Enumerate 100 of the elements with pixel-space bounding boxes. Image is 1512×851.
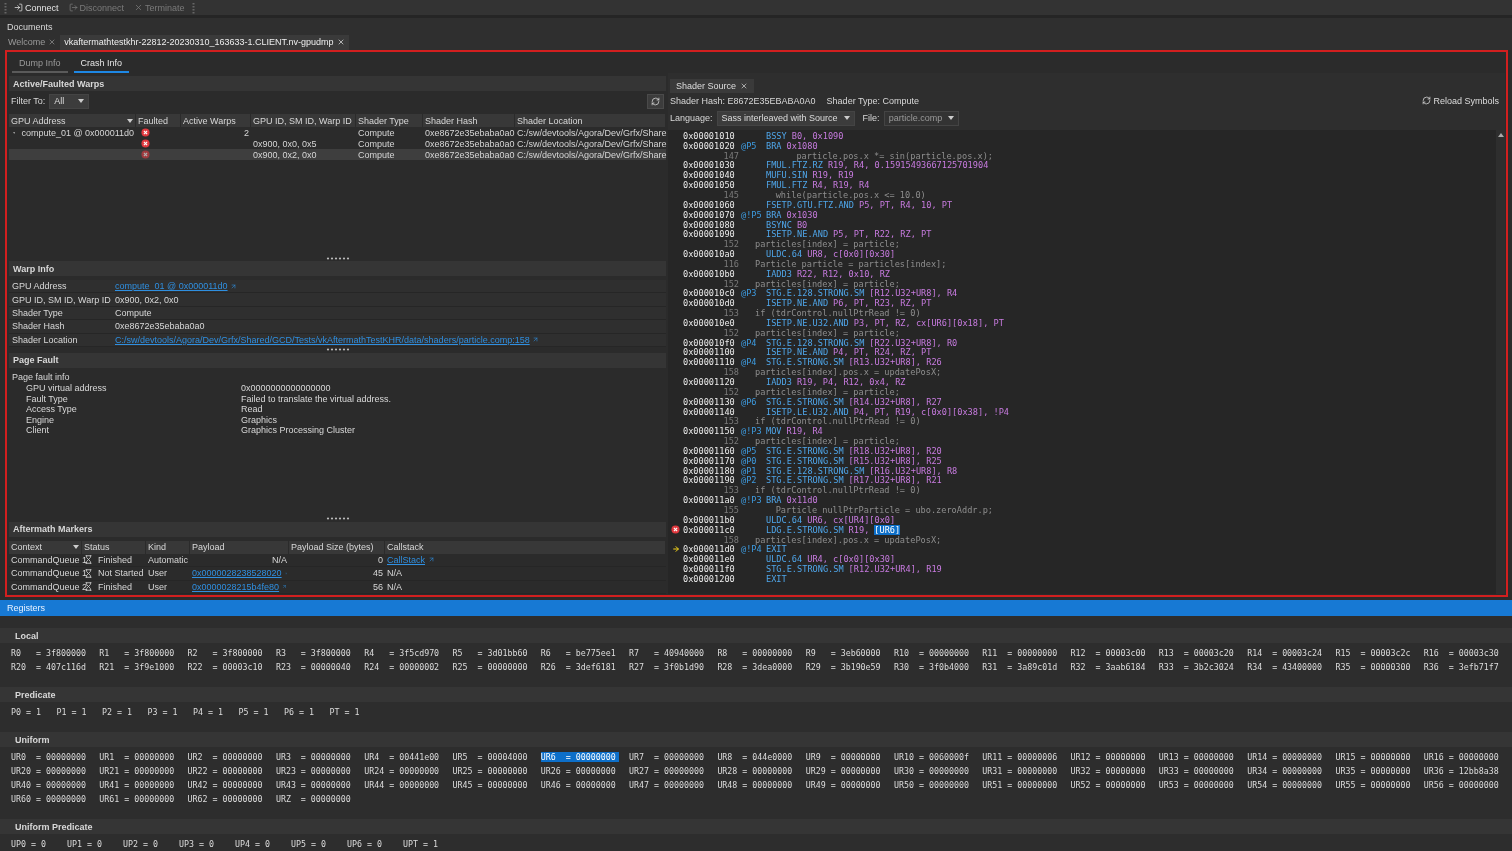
register-value[interactable]: UR53 = 00000000 [1158,780,1237,790]
register-value[interactable]: R32 = 3aab6184 [1070,662,1149,672]
register-value[interactable]: UR4 = 00441e00 [364,752,443,762]
register-value[interactable]: R7 = 40940000 [629,648,707,658]
register-value[interactable]: R27 = 3f0b1d90 [629,662,707,672]
register-value[interactable]: UR9 = 00000000 [805,752,884,762]
register-value[interactable]: UR7 = 00000000 [629,752,707,762]
register-value[interactable]: UR21 = 00000000 [99,766,178,776]
register-value[interactable]: R36 = 3efb71f7 [1423,662,1502,672]
register-value[interactable]: UP1 = 0 [67,839,105,849]
column-header[interactable]: Context [9,540,82,554]
register-value[interactable]: UR43 = 00000000 [275,780,354,790]
register-value[interactable]: R6 = be775ee1 [540,648,619,658]
register-value[interactable]: UR51 = 00000000 [982,780,1061,790]
register-value[interactable]: UR20 = 00000000 [11,766,89,776]
register-value[interactable]: UR32 = 00000000 [1070,766,1149,776]
close-icon[interactable] [48,38,57,47]
register-value[interactable]: P1 = 1 [56,707,90,717]
filter-dropdown[interactable]: All [49,93,90,109]
register-value[interactable]: R30 = 3f0b4000 [893,662,972,672]
register-value[interactable]: P3 = 1 [147,707,181,717]
register-value[interactable]: R13 = 00003c20 [1158,648,1237,658]
column-header[interactable]: Payload Size (bytes) [289,540,385,554]
register-value[interactable]: R9 = 3eb60000 [805,648,884,658]
register-value[interactable]: UR45 = 00000000 [452,780,531,790]
register-value[interactable]: P2 = 1 [102,707,135,717]
register-value[interactable]: P5 = 1 [238,707,272,717]
register-value[interactable]: R16 = 00003c30 [1423,648,1502,658]
register-value[interactable]: UR26 = 00000000 [540,766,619,776]
register-value[interactable]: UR42 = 00000000 [187,780,266,790]
column-header[interactable]: GPU Address [9,114,136,127]
register-value[interactable]: R28 = 3dea0000 [717,662,796,672]
register-value[interactable]: UR8 = 044e0000 [717,752,796,762]
toolbar-button[interactable]: Connect [11,1,62,14]
register-value[interactable]: UR47 = 00000000 [629,780,707,790]
callstack-link[interactable]: CallStack [387,554,425,565]
view-tab[interactable]: Crash Info [73,54,130,73]
column-header[interactable]: GPU ID, SM ID, Warp ID [251,114,356,127]
shader-source-tab[interactable]: Shader Source [670,79,755,93]
register-value[interactable]: UR33 = 00000000 [1158,766,1237,776]
register-value[interactable]: UR55 = 00000000 [1335,780,1414,790]
register-value[interactable]: UR30 = 00000000 [893,766,972,776]
register-value[interactable]: R23 = 00000040 [275,662,354,672]
register-value[interactable]: PT = 1 [329,707,363,717]
register-value[interactable]: UR48 = 00000000 [717,780,796,790]
register-value[interactable]: UR54 = 00000000 [1247,780,1326,790]
register-value[interactable]: UR1 = 00000000 [99,752,178,762]
register-value[interactable]: URZ = 00000000 [275,794,354,804]
register-value[interactable]: R1 = 3f800000 [99,648,178,658]
register-value[interactable]: R15 = 00003c2c [1335,648,1414,658]
register-value[interactable]: UR41 = 00000000 [99,780,178,790]
close-icon[interactable] [336,38,345,47]
register-value[interactable]: UR12 = 00000000 [1070,752,1149,762]
register-value[interactable]: UR35 = 00000000 [1335,766,1414,776]
register-value[interactable]: R8 = 00000000 [717,648,796,658]
table-row[interactable]: compute_01 @ 0x000011d0 2 Compute 0xe8672e35ebaba0a0 C:/sw/devtools/Agora/Dev/Grfx/Share [9,127,666,138]
register-value[interactable]: UP5 = 0 [291,839,329,849]
field-link[interactable]: C:/sw/devtools/Agora/Dev/Grfx/Shared/GCD/Tests/vkAftermathTestKHR/data/shaders/particle.comp:158 [115,334,530,345]
refresh-button[interactable] [647,93,664,109]
column-header[interactable]: Status [82,540,146,554]
register-value[interactable]: UR27 = 00000000 [629,766,707,776]
view-tab[interactable]: Dump Info [12,54,68,73]
register-value[interactable]: UR11 = 00000006 [982,752,1061,762]
register-value[interactable]: R20 = 407c116d [11,662,89,672]
register-value[interactable]: R31 = 3a89c01d [982,662,1061,672]
register-value[interactable]: UR36 = 12bb8a38 [1423,766,1502,776]
scrollbar[interactable] [1496,130,1505,594]
register-value[interactable]: UP3 = 0 [179,839,217,849]
register-value[interactable]: R25 = 00000000 [452,662,531,672]
register-value[interactable]: UR31 = 00000000 [982,766,1061,776]
register-value[interactable]: UR25 = 00000000 [452,766,531,776]
payload-link[interactable]: 0x0000028238528020 [192,568,282,579]
register-value[interactable]: UR10 = 0060000f [893,752,972,762]
register-value[interactable]: P0 = 1 [11,707,44,717]
register-value[interactable]: R12 = 00003c00 [1070,648,1149,658]
column-header[interactable]: Active Warps [181,114,251,127]
register-value[interactable]: UP2 = 0 [123,839,161,849]
register-value[interactable]: UP4 = 0 [235,839,273,849]
field-link[interactable]: compute_01 @ 0x000011d0 [115,281,228,292]
register-value[interactable]: UR28 = 00000000 [717,766,796,776]
register-value[interactable]: UR56 = 00000000 [1423,780,1502,790]
register-value[interactable]: UR44 = 00000000 [364,780,443,790]
register-value[interactable]: R4 = 3f5cd970 [364,648,443,658]
register-value[interactable]: UR52 = 00000000 [1070,780,1149,790]
language-dropdown[interactable]: Sass interleaved with Source [716,110,855,126]
register-value[interactable]: UR6 = 00000000 [540,752,619,762]
register-value[interactable]: P4 = 1 [193,707,226,717]
document-tab[interactable]: Welcome [4,34,61,50]
register-value[interactable]: UR13 = 00000000 [1158,752,1237,762]
register-value[interactable]: UR23 = 00000000 [275,766,354,776]
register-value[interactable]: UR15 = 00000000 [1335,752,1414,762]
table-row[interactable]: 0x900, 0x0, 0x5 Compute 0xe8672e35ebaba0a0 C:/sw/devtools/Agora/Dev/Grfx/Share [9,138,666,149]
column-header[interactable]: Kind [146,540,190,554]
register-value[interactable]: UR61 = 00000000 [99,794,178,804]
register-value[interactable]: UR3 = 00000000 [275,752,354,762]
column-header[interactable]: Payload [190,540,289,554]
register-value[interactable]: R14 = 00003c24 [1247,648,1326,658]
register-value[interactable]: R0 = 3f800000 [11,648,89,658]
register-value[interactable]: R24 = 00000002 [364,662,443,672]
register-value[interactable]: UR14 = 00000000 [1247,752,1326,762]
